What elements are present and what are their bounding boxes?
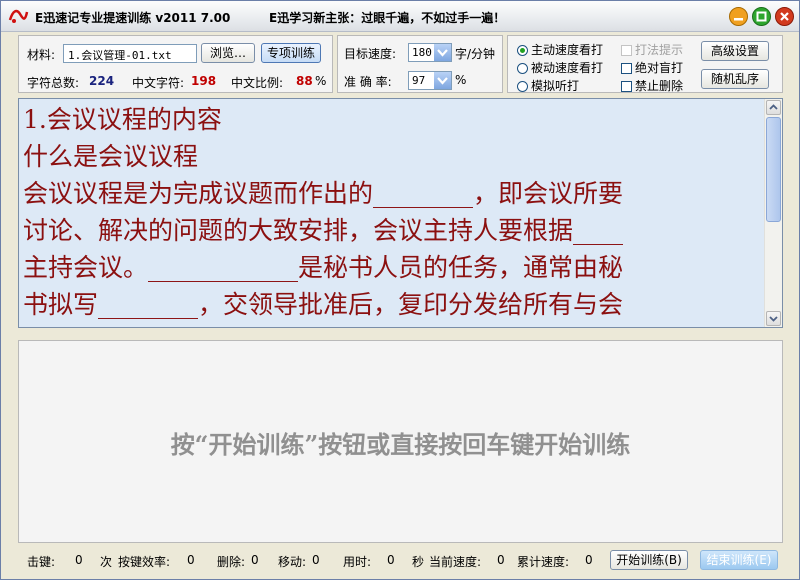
maximize-icon[interactable] (752, 7, 771, 26)
target-speed-label: 目标速度: (344, 47, 397, 61)
checkbox-box (621, 63, 632, 74)
time-label: 用时: (343, 555, 372, 569)
material-label: 材料: (27, 48, 56, 62)
advanced-settings-button[interactable]: 高级设置 (701, 41, 769, 61)
browse-button[interactable]: 浏览… (201, 43, 255, 63)
start-prompt: 按“开始训练”按钮或直接按回车键开始训练 (170, 430, 631, 459)
delete-value: 0 (251, 553, 259, 567)
mode-panel: 主动速度看打 被动速度看打 模拟听打 打法提示 绝对盲打 禁止删除 高级设置 随… (507, 35, 783, 93)
reading-text-area[interactable]: 1.会议议程的内容 什么是会议议程会议议程是为完成议题而作出的________，即… (18, 98, 783, 328)
move-label: 移动: (278, 555, 307, 569)
accuracy-label: 准 确 率: (344, 75, 392, 89)
scrollbar[interactable] (764, 99, 782, 327)
efficiency-label: 按键效率: (118, 555, 171, 569)
scroll-thumb[interactable] (766, 117, 781, 222)
cn-ratio-value: 88 (296, 74, 313, 88)
app-window: E迅速记专业提速训练 v2011 7.00 E迅学习新主张：过眼千遍，不如过手一… (0, 0, 800, 580)
target-speed-select[interactable]: 180 (408, 43, 452, 62)
text-line: 书拟写________，交领导批准后，复印分发给所有与会 (23, 290, 624, 319)
radio-dot (517, 63, 528, 74)
checkbox-label: 禁止删除 (635, 79, 684, 93)
accuracy-value: 97 (412, 74, 426, 87)
cn-ratio-label: 中文比例: (231, 76, 284, 90)
scroll-up-icon[interactable] (766, 100, 781, 115)
target-speed-unit: 字/分钟 (455, 47, 496, 61)
keystrokes-value: 0 (75, 553, 83, 567)
shuffle-button[interactable]: 随机乱序 (701, 69, 769, 89)
text-line: 什么是会议议程 (23, 142, 199, 171)
minimize-icon[interactable] (729, 7, 748, 26)
checkbox-label: 打法提示 (635, 43, 684, 57)
radio-dot (517, 45, 528, 56)
window-title: E迅速记专业提速训练 v2011 7.00 (35, 11, 231, 25)
radio-listen[interactable]: 模拟听打 (517, 77, 579, 94)
scroll-down-icon[interactable] (766, 311, 781, 326)
total-chars-value: 224 (89, 74, 115, 88)
radio-label: 主动速度看打 (531, 43, 604, 57)
cn-chars-value: 198 (191, 74, 217, 88)
efficiency-value: 0 (187, 553, 195, 567)
cn-ratio-unit: % (315, 74, 327, 88)
special-training-button[interactable]: 专项训练 (261, 43, 321, 63)
checkbox-no-delete[interactable]: 禁止删除 (621, 77, 683, 94)
radio-label: 被动速度看打 (531, 61, 604, 75)
move-value: 0 (312, 553, 320, 567)
total-speed-value: 0 (585, 553, 593, 567)
checkbox-box (621, 81, 632, 92)
typing-input-area[interactable]: 按“开始训练”按钮或直接按回车键开始训练 (18, 340, 783, 543)
target-panel: 目标速度: 180 字/分钟 准 确 率: 97 % (337, 35, 503, 93)
start-training-button[interactable]: 开始训练(B) (610, 550, 688, 570)
radio-passive-speed[interactable]: 被动速度看打 (517, 59, 603, 76)
checkbox-blind[interactable]: 绝对盲打 (621, 59, 683, 76)
checkbox-label: 绝对盲打 (635, 61, 684, 75)
reading-text: 1.会议议程的内容 什么是会议议程会议议程是为完成议题而作出的________，即… (23, 101, 753, 323)
title-bar[interactable]: E迅速记专业提速训练 v2011 7.00 E迅学习新主张：过眼千遍，不如过手一… (1, 1, 799, 32)
target-speed-value: 180 (412, 46, 432, 59)
total-speed-label: 累计速度: (517, 555, 570, 569)
cn-chars-label: 中文字符: (132, 76, 185, 90)
accuracy-unit: % (455, 73, 467, 87)
keystrokes-unit: 次 (100, 555, 113, 569)
checkbox-hint[interactable]: 打法提示 (621, 41, 683, 58)
logo-icon (7, 6, 29, 26)
delete-label: 删除: (217, 555, 246, 569)
chevron-down-icon[interactable] (434, 44, 451, 61)
total-chars-label: 字符总数: (27, 76, 80, 90)
end-training-button[interactable]: 结束训练(E) (700, 550, 778, 570)
current-speed-label: 当前速度: (429, 555, 482, 569)
radio-label: 模拟听打 (531, 79, 580, 93)
material-panel: 材料: 1.会议管理-01.txt 浏览… 专项训练 字符总数: 224 中文字… (18, 35, 333, 93)
close-icon[interactable] (775, 7, 794, 26)
checkbox-box (621, 45, 632, 56)
material-file-field[interactable]: 1.会议管理-01.txt (63, 44, 197, 63)
time-unit: 秒 (412, 555, 425, 569)
slogan: E迅学习新主张：过眼千遍，不如过手一遍！ (269, 11, 506, 25)
text-line: 会议议程是为完成议题而作出的________，即会议所要 (23, 179, 624, 208)
radio-active-speed[interactable]: 主动速度看打 (517, 41, 603, 58)
time-value: 0 (387, 553, 395, 567)
text-line: 讨论、解决的问题的大致安排，会议主持人要根据____ (23, 216, 624, 245)
text-line: 1.会议议程的内容 (23, 105, 222, 134)
current-speed-value: 0 (497, 553, 505, 567)
accuracy-select[interactable]: 97 (408, 71, 452, 90)
text-line: 主持会议。____________是秘书人员的任务，通常由秘 (23, 253, 624, 282)
keystrokes-label: 击键: (27, 555, 56, 569)
radio-dot (517, 81, 528, 92)
chevron-down-icon[interactable] (434, 72, 451, 89)
